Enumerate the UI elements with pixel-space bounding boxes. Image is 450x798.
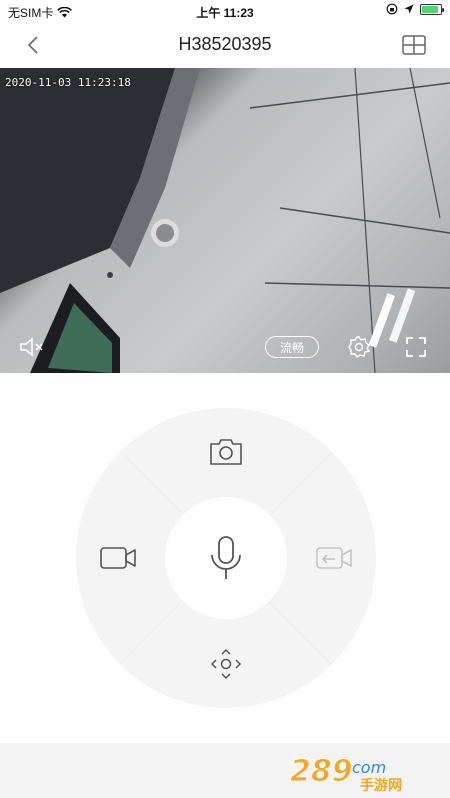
status-time: 上午 11:23 [196, 6, 254, 20]
status-right [386, 3, 444, 15]
video-preview[interactable]: 2020-11-03 11:23:18 流畅 [0, 68, 450, 373]
fullscreen-button[interactable] [404, 333, 428, 361]
record-video-button[interactable] [94, 538, 142, 578]
playback-icon [316, 547, 352, 569]
playback-button[interactable] [310, 538, 358, 578]
orientation-lock-icon [386, 3, 398, 15]
control-panel [0, 373, 450, 743]
snapshot-button[interactable] [202, 432, 250, 472]
mute-button[interactable] [18, 333, 46, 361]
nav-bar: H38520395 [0, 22, 450, 68]
grid-view-button[interactable] [402, 35, 426, 55]
video-record-icon [100, 547, 136, 569]
microphone-icon [211, 536, 241, 579]
watermark-suffix: com [352, 758, 386, 777]
watermark-sub: 手游网 [360, 777, 402, 793]
control-wheel [76, 408, 376, 708]
site-watermark-logo: 289 com 手游网 [290, 754, 403, 794]
bottom-bar: 289 com 手游网 [0, 743, 450, 798]
talk-button[interactable] [165, 497, 287, 619]
video-settings-button[interactable] [346, 333, 372, 361]
page-title: H38520395 [178, 34, 272, 54]
camera-icon [210, 439, 242, 465]
grid-view-icon [402, 35, 426, 55]
quality-button[interactable]: 流畅 [265, 336, 319, 358]
mute-icon [20, 337, 43, 357]
battery-fill [422, 5, 439, 13]
settings-icon [348, 336, 371, 358]
ptz-direction-icon [210, 648, 242, 680]
video-timestamp: 2020-11-03 11:23:18 [5, 76, 131, 89]
status-bar: 无SIM卡 上午 11:23 [0, 0, 450, 22]
watermark-number: 289 [290, 754, 353, 789]
camera-feed-image [0, 68, 450, 373]
location-icon [404, 4, 414, 14]
battery-icon [420, 3, 444, 15]
ptz-control-button[interactable] [202, 644, 250, 684]
fullscreen-icon [406, 337, 426, 357]
